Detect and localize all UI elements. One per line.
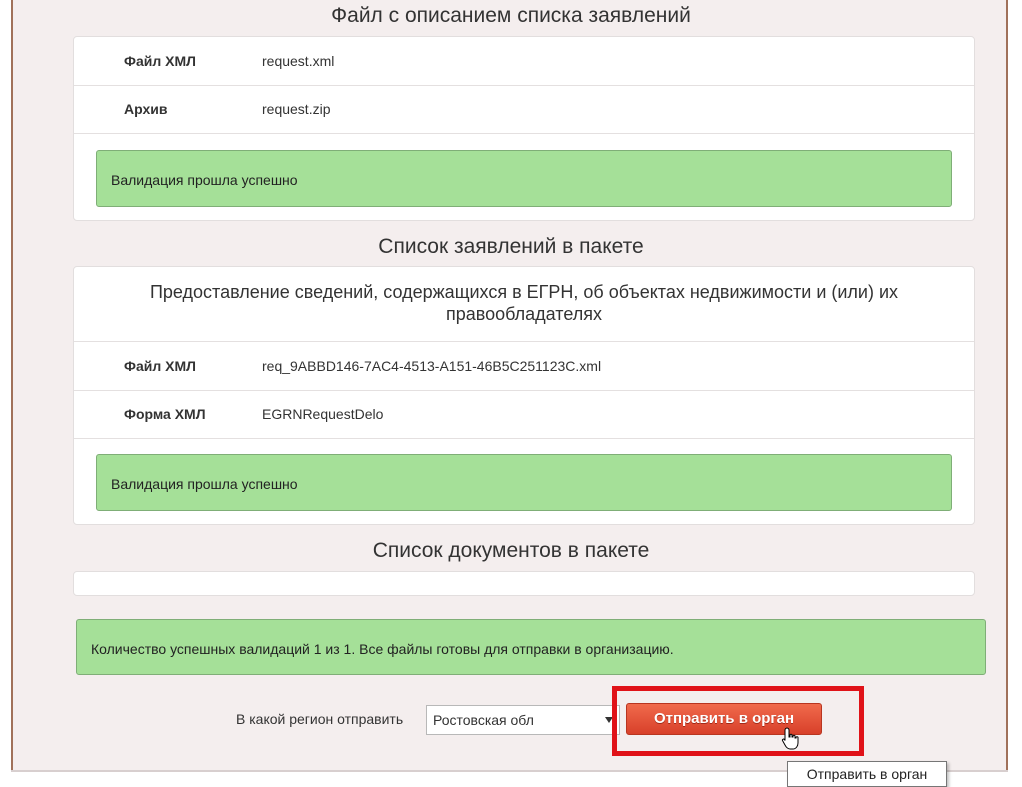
validation-success-alert: Валидация прошла успешно xyxy=(96,150,952,207)
validation-success-alert: Валидация прошла успешно xyxy=(96,454,952,511)
section-requests-title: Список заявлений в пакете xyxy=(378,235,644,258)
region-selected-value: Ростовская обл xyxy=(433,712,534,728)
archive-value: request.zip xyxy=(262,101,331,117)
request-form-xml-value: EGRNRequestDelo xyxy=(262,406,384,422)
request-file-xml-label: Файл ХМЛ xyxy=(124,358,196,374)
request-title: Предоставление сведений, содержащихся в … xyxy=(149,282,899,324)
request-file-xml-row: Файл ХМЛ req_9ABBD146-7AC4-4513-A151-46B… xyxy=(74,341,974,391)
section-file-description-title: Файл с описанием списка заявлений xyxy=(331,4,691,27)
requests-panel: Предоставление сведений, содержащихся в … xyxy=(73,266,975,525)
request-file-xml-value: req_9ABBD146-7AC4-4513-A151-46B5C251123C… xyxy=(262,358,602,374)
send-button-tooltip: Отправить в орган xyxy=(787,761,947,787)
section-documents-title: Список документов в пакете xyxy=(372,539,650,562)
file-description-panel: Файл ХМЛ request.xml Архив request.zip В… xyxy=(73,36,975,221)
request-form-xml-row: Форма ХМЛ EGRNRequestDelo xyxy=(74,390,974,439)
documents-panel xyxy=(73,571,975,596)
request-form-xml-label: Форма ХМЛ xyxy=(124,406,206,422)
file-xml-label: Файл ХМЛ xyxy=(124,53,196,69)
summary-alert: Количество успешных валидаций 1 из 1. Вс… xyxy=(76,619,986,675)
archive-label: Архив xyxy=(124,101,168,117)
region-select[interactable]: Ростовская обл xyxy=(426,705,620,735)
file-xml-value: request.xml xyxy=(262,53,335,69)
validation-message: Валидация прошла успешно xyxy=(111,476,298,492)
file-xml-row: Файл ХМЛ request.xml xyxy=(74,37,974,86)
summary-message: Количество успешных валидаций 1 из 1. Вс… xyxy=(91,641,674,657)
hand-cursor-icon xyxy=(781,727,799,750)
region-label: В какой регион отправить xyxy=(236,711,404,727)
validation-message: Валидация прошла успешно xyxy=(111,172,298,188)
archive-row: Архив request.zip xyxy=(74,85,974,134)
